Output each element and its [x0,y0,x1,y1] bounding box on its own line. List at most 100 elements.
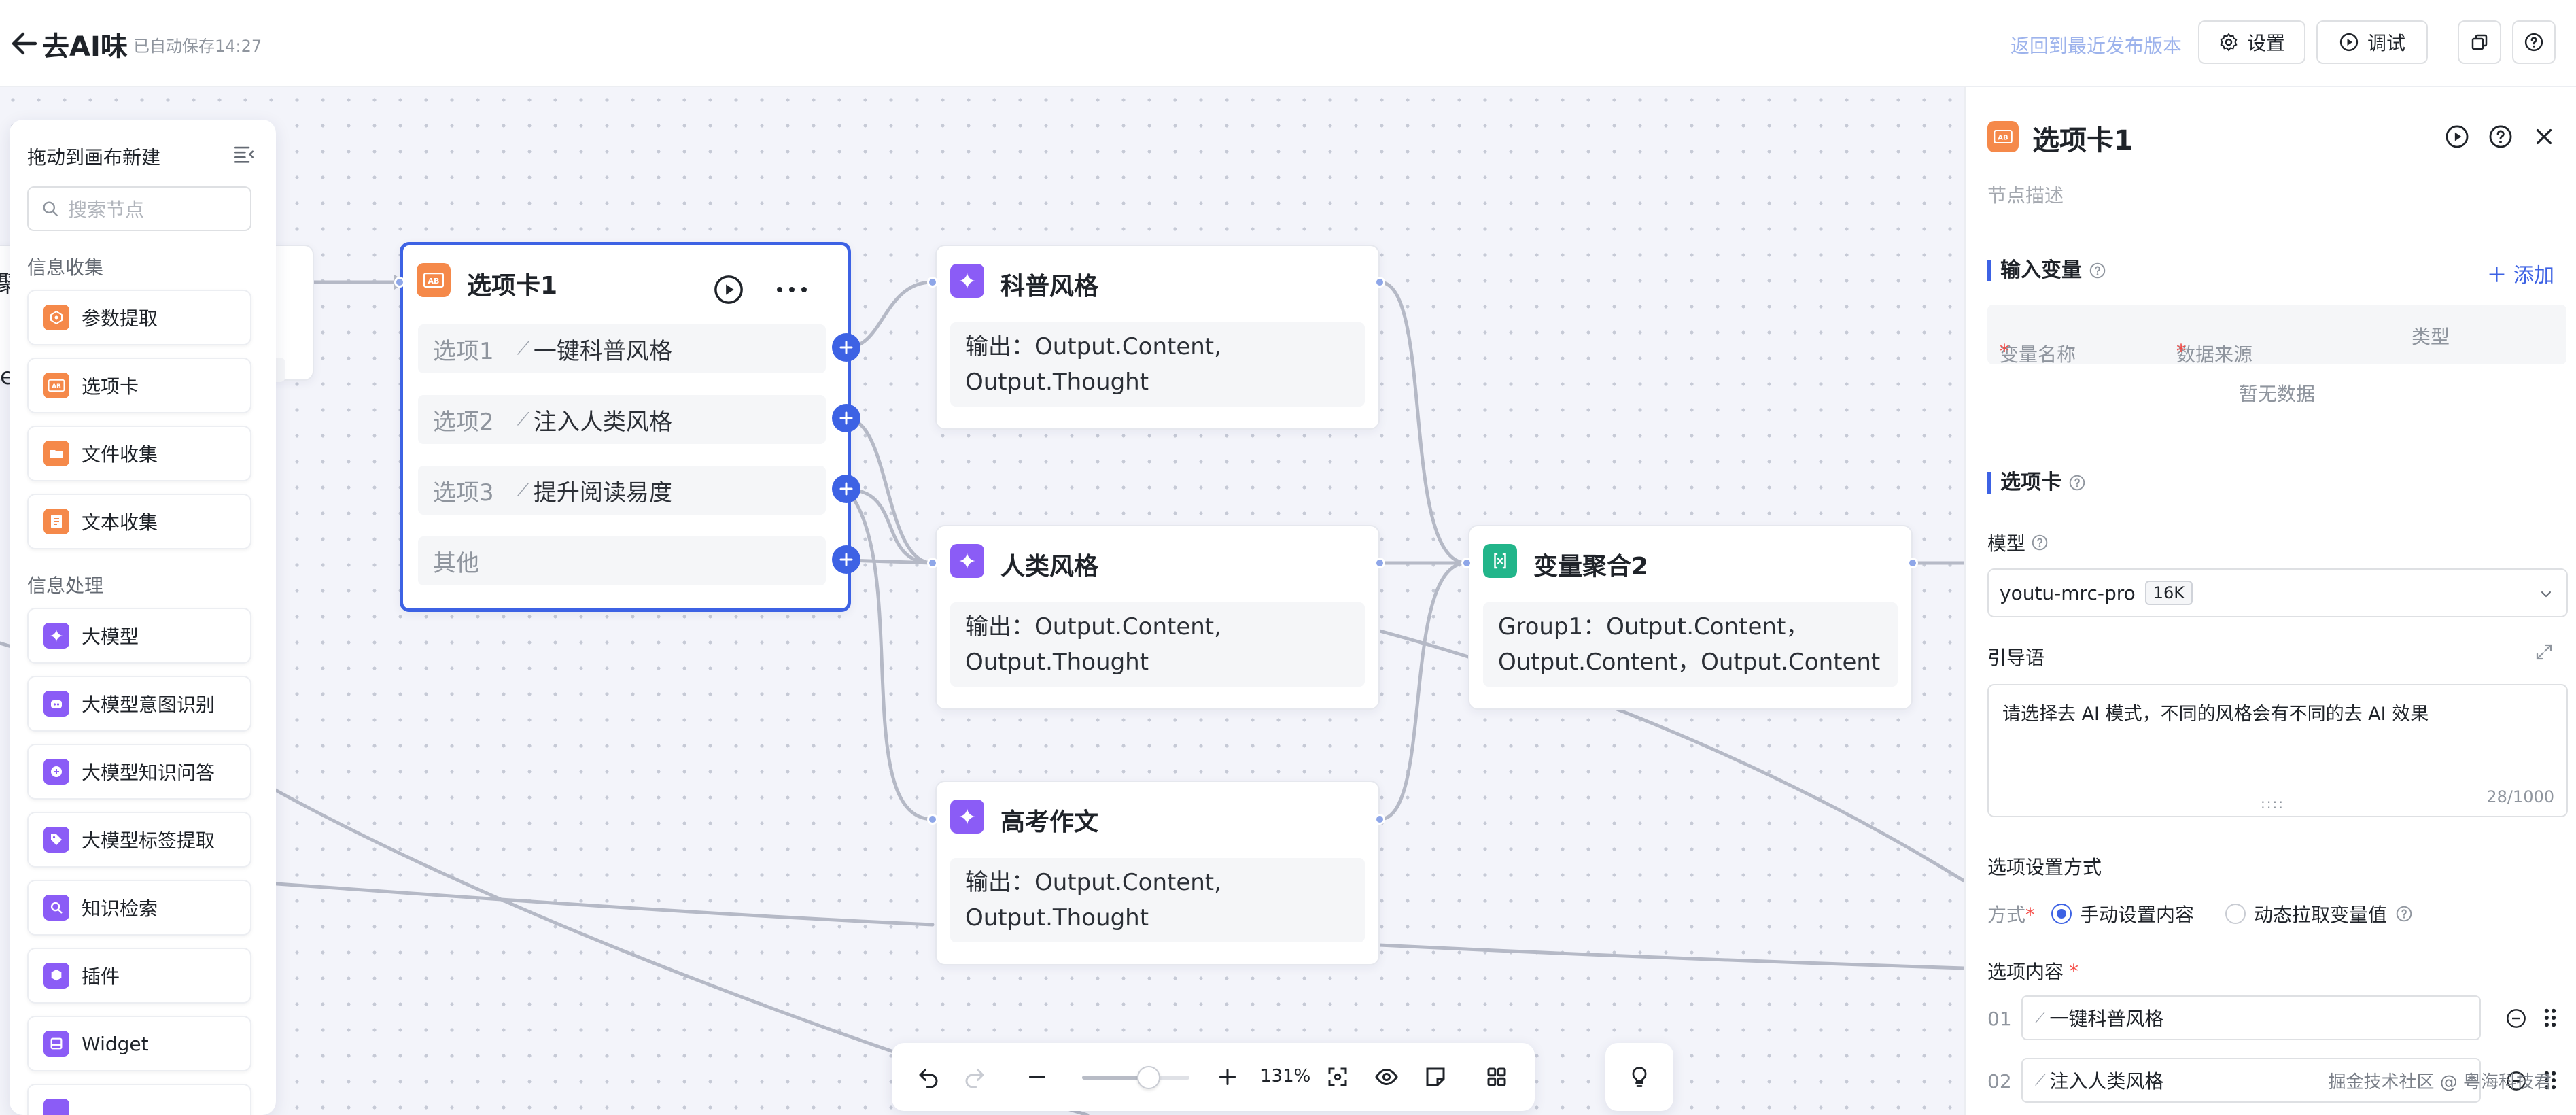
option-row-3[interactable]: 选项3 ⟋ 提升阅读易度 [418,466,826,515]
model-label: 模型 [1987,532,2026,555]
palette-item-intent[interactable]: 大模型意图识别 [27,676,251,732]
option-index: 02 [1987,1070,2012,1093]
more-options-icon[interactable] [774,281,810,298]
option-row-1[interactable]: 选项1 ⟋ 一键科普风格 [418,324,826,373]
play-circle-icon [2339,33,2359,52]
restore-version-link[interactable]: 返回到最近发布版本 [2011,31,2182,58]
palette-item-label: 参数提取 [82,307,158,330]
model-select[interactable]: youtu-mrc-pro 16K [1987,568,2568,617]
radio-dynamic[interactable]: 动态拉取变量值 [2225,900,2413,927]
run-node-icon[interactable] [2444,124,2470,150]
undo-icon[interactable] [916,1065,941,1089]
llm-node-human[interactable]: 人类风格 输出：Output.Content, Output.Thought [935,525,1380,710]
collapse-panel-icon[interactable] [232,143,256,166]
output-port[interactable] [1374,277,1385,288]
wand-icon: ⟋ [517,338,529,359]
search-placeholder: 搜索节点 [68,199,145,221]
add-variable-button[interactable]: ＋ 添加 [2486,258,2554,288]
settings-button[interactable]: 设置 [2198,20,2305,64]
help-icon[interactable] [2068,474,2086,492]
palette-item-label: Widget [82,1032,149,1055]
zoom-out-icon[interactable] [1025,1065,1049,1089]
palette-item-llm[interactable]: 大模型 [27,608,251,664]
search-icon [43,201,58,217]
add-branch-button-other[interactable] [832,545,860,574]
option-card-node[interactable]: AB 选项卡1 选项1 ⟋ 一键科普风格 选项2 ⟋ 注入人类风格 选项3 ⟋ … [400,242,851,612]
palette-item-widget[interactable]: Widget [27,1016,251,1071]
watermark: 掘金技术社区 @ 粤海科技君 [2328,1072,2552,1093]
add-branch-button-3[interactable] [832,475,860,503]
help-icon[interactable] [2089,262,2106,279]
resize-grip-icon[interactable]: :::: [2261,795,2284,812]
prompt-textarea[interactable]: 请选择去 AI 模式，不同的风格会有不同的去 AI 效果 :::: 28/100… [1987,684,2568,817]
redo-icon[interactable] [962,1065,987,1089]
palette-item-knowledge-search[interactable]: 知识检索 [27,880,251,936]
panel-title: 选项卡1 [2032,125,2133,156]
zoom-in-icon[interactable] [1215,1065,1240,1089]
required-mark: * [2176,340,2186,362]
debug-button[interactable]: 调试 [2316,20,2428,64]
mode-label-text: 方式 [1987,904,2026,926]
palette-item-plugin[interactable]: 插件 [27,948,251,1004]
note-icon[interactable] [1423,1065,1448,1089]
back-arrow-icon[interactable] [8,27,41,60]
tips-button[interactable] [1605,1043,1673,1111]
option-content-input-1[interactable]: ⟋ 一键科普风格 [2021,995,2481,1040]
fit-view-icon[interactable] [1325,1065,1350,1089]
zoom-slider-handle[interactable] [1136,1066,1160,1089]
llm-node-output: 输出：Output.Content, Output.Thought [950,858,1365,942]
input-port[interactable] [1461,558,1472,568]
radio-manual[interactable]: 手动设置内容 [2051,900,2194,927]
option-row-other[interactable]: 其他 [418,536,826,585]
llm-node-essay[interactable]: 高考作文 输出：Output.Content, Output.Thought [935,780,1380,965]
output-port[interactable] [1374,558,1385,568]
help-icon[interactable] [2395,905,2413,923]
output-port[interactable] [1374,814,1385,825]
add-variable-label: 添加 [2513,264,2554,288]
palette-item-partial[interactable] [27,1084,251,1115]
palette-item-option-card[interactable]: AB 选项卡 [27,358,251,413]
add-branch-button-1[interactable] [832,333,860,362]
palette-item-label: 大模型 [82,625,139,648]
option-card-icon: AB [1987,121,2019,152]
close-icon[interactable] [2531,124,2557,150]
node-search-input[interactable]: 搜索节点 [27,186,251,231]
option-row-2[interactable]: 选项2 ⟋ 注入人类风格 [418,395,826,444]
llm-node-title: 人类风格 [1000,553,1099,581]
input-port[interactable] [927,814,938,825]
zoom-slider[interactable] [1082,1066,1189,1089]
node-description-input[interactable]: 节点描述 [1987,181,2064,208]
input-port[interactable] [394,277,405,288]
palette-item-knowledge-qa[interactable]: 大模型知识问答 [27,744,251,800]
add-branch-button-2[interactable] [832,404,860,432]
option-value: 提升阅读易度 [533,479,672,507]
option-index: 01 [1987,1008,2012,1030]
copy-button[interactable] [2458,20,2501,64]
drag-handle-icon[interactable] [2541,1006,2560,1029]
node-icon [43,1099,69,1115]
help-icon[interactable] [2488,124,2513,150]
layout-grid-icon[interactable] [1484,1065,1509,1089]
help-icon[interactable] [2031,534,2049,551]
palette-item-tag-extract[interactable]: 大模型标签提取 [27,812,251,868]
output-port[interactable] [1907,558,1918,568]
input-port[interactable] [927,277,938,288]
search-icon [43,895,69,921]
app-title: 去AI味 [42,31,128,63]
remove-circle-icon[interactable] [2505,1008,2527,1029]
palette-item-param-extract[interactable]: 参数提取 [27,290,251,345]
help-icon [2524,33,2543,52]
llm-node-science[interactable]: 科普风格 输出：Output.Content, Output.Thought [935,245,1380,430]
palette-item-text-collect[interactable]: 文本收集 [27,494,251,549]
run-node-icon[interactable] [713,274,744,305]
radio-manual-dot [2051,904,2072,924]
expand-icon[interactable] [2534,642,2554,662]
eye-icon[interactable] [1374,1065,1399,1089]
palette-item-file-collect[interactable]: 文件收集 [27,426,251,481]
input-port[interactable] [927,558,938,568]
help-button[interactable] [2512,20,2556,64]
mode-label: 方式* [1987,900,2035,927]
plus-icon [839,411,853,425]
variable-aggregate-node[interactable]: 变量聚合2 Group1：Output.Content，Output.Conte… [1468,525,1913,710]
workflow-canvas[interactable]: AB 选项卡1 选项1 ⟋ 一键科普风格 选项2 ⟋ 注入人类风格 选项3 ⟋ … [0,87,1964,1115]
